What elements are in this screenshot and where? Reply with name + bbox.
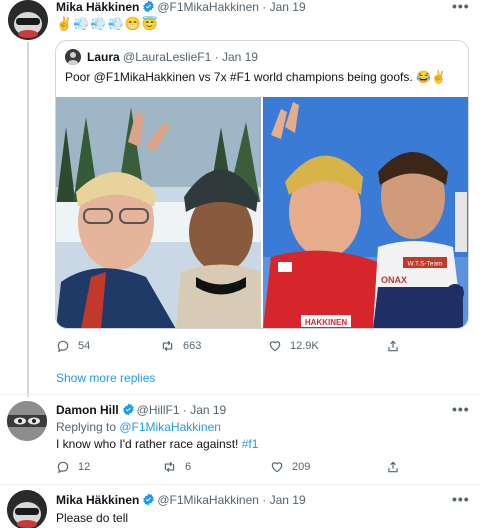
- tweet3-more-icon[interactable]: •••: [452, 491, 470, 507]
- tweet3-author[interactable]: Mika Häkkinen: [56, 493, 139, 507]
- tweet1-reply-count: 54: [78, 340, 91, 352]
- tweet1-like-button[interactable]: 12.9K: [268, 339, 319, 353]
- tweet1-emojis: ✌️💨💨💨😁😇: [56, 16, 160, 31]
- avatar-mika-image: [8, 0, 48, 40]
- tweet1-author[interactable]: Mika Häkkinen: [56, 0, 139, 14]
- tweet1-more-icon[interactable]: •••: [452, 0, 470, 14]
- tweet1-share-button[interactable]: [386, 339, 400, 353]
- quote-handle[interactable]: @LauraLeslieF1: [123, 50, 211, 64]
- avatar-damon[interactable]: [7, 401, 47, 441]
- tweet1-retweet-count: 663: [183, 340, 202, 352]
- tweet2-date[interactable]: · Jan 19: [183, 403, 226, 417]
- avatar-mika-2[interactable]: [7, 490, 47, 528]
- tweet2-replying-line: Replying to @F1MikaHakkinen: [56, 420, 221, 434]
- divider-1: [0, 394, 480, 395]
- show-more-replies-link[interactable]: Show more replies: [56, 371, 155, 385]
- right-photo-text-wts: W.T.S-Team: [407, 261, 442, 268]
- quote-photo-right[interactable]: HAKKINEN W.T.S-Team ONAX Hoffmann: [263, 97, 468, 328]
- tweet1-like-count: 12.9K: [290, 340, 319, 352]
- quote-header: Laura @LauraLeslieF1 · Jan 19: [87, 50, 258, 64]
- heart-icon: [271, 462, 283, 473]
- photo-left-image: [56, 97, 261, 328]
- tweet2-reply-count: 12: [78, 461, 91, 473]
- tweet1-header: Mika Häkkinen @F1MikaHakkinen · Jan 19: [56, 0, 306, 16]
- right-photo-text-hakkinen: HAKKINEN: [305, 318, 347, 327]
- quote-text: Poor @F1MikaHakkinen vs 7x #F1 world cha…: [65, 70, 446, 84]
- quote-avatar[interactable]: [65, 49, 81, 65]
- tweet1-retweet-button[interactable]: 663: [160, 339, 201, 353]
- photo-right-image: HAKKINEN W.T.S-Team ONAX Hoffmann: [263, 97, 468, 328]
- thread-line-1: [27, 42, 29, 397]
- right-photo-text-hoffmann: Hoffmann: [383, 288, 409, 294]
- tweet1-reply-button[interactable]: 54: [56, 339, 90, 353]
- verified-badge-icon: [122, 403, 135, 419]
- quote-author[interactable]: Laura: [87, 50, 120, 64]
- tweet2-like-button[interactable]: 209: [270, 460, 310, 474]
- reply-icon: [57, 340, 69, 353]
- tweet2-like-count: 209: [292, 461, 311, 473]
- tweet2-retweet-button[interactable]: 6: [162, 460, 191, 474]
- tweet2-replying-prefix: Replying to: [56, 420, 120, 434]
- quote-avatar-image: [65, 49, 81, 65]
- right-photo-text-onax: ONAX: [381, 275, 407, 285]
- tweet2-more-icon[interactable]: •••: [452, 401, 470, 417]
- heart-icon: [269, 341, 281, 352]
- reply-icon: [57, 461, 69, 474]
- tweet1-date[interactable]: · Jan 19: [262, 0, 305, 14]
- tweet2-text: I know who I'd rather race against!: [56, 437, 242, 451]
- retweet-icon: [162, 340, 173, 352]
- tweet3-text: Please do tell: [56, 511, 129, 525]
- retweet-icon: [164, 461, 175, 473]
- share-icon: [388, 340, 398, 352]
- tweet2-body: I know who I'd rather race against! #f1: [56, 437, 258, 451]
- tweet2-hashtag-link[interactable]: #f1: [242, 437, 259, 451]
- quote-photo-left[interactable]: [56, 97, 261, 328]
- tweet3-handle[interactable]: @F1MikaHakkinen: [157, 493, 259, 507]
- tweet3-header: Mika Häkkinen @F1MikaHakkinen · Jan 19: [56, 493, 306, 509]
- tweet2-author[interactable]: Damon Hill: [56, 403, 119, 417]
- tweet2-reply-button[interactable]: 12: [56, 460, 90, 474]
- verified-badge-icon: [142, 0, 155, 16]
- tweet2-share-button[interactable]: [386, 460, 400, 474]
- tweet2-retweet-count: 6: [185, 461, 192, 473]
- verified-badge-icon: [142, 493, 155, 509]
- avatar-mika[interactable]: [8, 0, 48, 40]
- tweet3-date[interactable]: · Jan 19: [262, 493, 305, 507]
- avatar-damon-image: [7, 401, 47, 441]
- quoted-tweet-card[interactable]: Laura @LauraLeslieF1 · Jan 19 Poor @F1Mi…: [55, 40, 469, 329]
- tweet2-handle[interactable]: @HillF1: [137, 403, 180, 417]
- tweet2-replying-to-link[interactable]: @F1MikaHakkinen: [119, 420, 221, 434]
- quote-date[interactable]: · Jan 19: [215, 50, 258, 64]
- divider-2: [0, 484, 480, 485]
- tweet2-header: Damon Hill @HillF1 · Jan 19: [56, 403, 226, 419]
- avatar-mika-2-image: [7, 490, 47, 528]
- tweet1-handle[interactable]: @F1MikaHakkinen: [157, 0, 259, 14]
- share-icon: [388, 461, 398, 473]
